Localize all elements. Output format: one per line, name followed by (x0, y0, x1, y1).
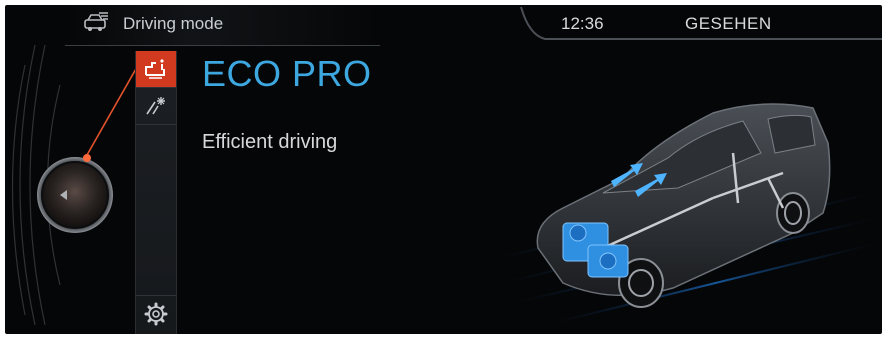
mode-title: ECO PRO (202, 53, 372, 94)
car-menu-icon (84, 12, 108, 31)
settings-gear-icon (144, 302, 168, 326)
menu-item-settings[interactable] (136, 295, 176, 332)
menu-item-eco-pro[interactable] (136, 51, 176, 88)
road-light-icon (146, 97, 165, 115)
controller-knob-graphic (11, 44, 135, 326)
idrive-screen: Driving mode 12:36 GESEHEN ECO PRO Effic… (5, 5, 882, 334)
mode-menu (135, 51, 177, 334)
menu-item-road-light[interactable] (136, 88, 176, 125)
clock-time: 12:36 (561, 14, 604, 33)
car-xray-illustration (497, 103, 879, 324)
page-title: Driving mode (123, 14, 224, 33)
mode-description: Efficient driving (202, 131, 338, 153)
header-bar: Driving mode (65, 5, 380, 46)
seen-button[interactable]: GESEHEN (685, 14, 772, 34)
status-bar: 12:36 GESEHEN (517, 5, 882, 45)
eco-pro-icon (145, 59, 165, 79)
